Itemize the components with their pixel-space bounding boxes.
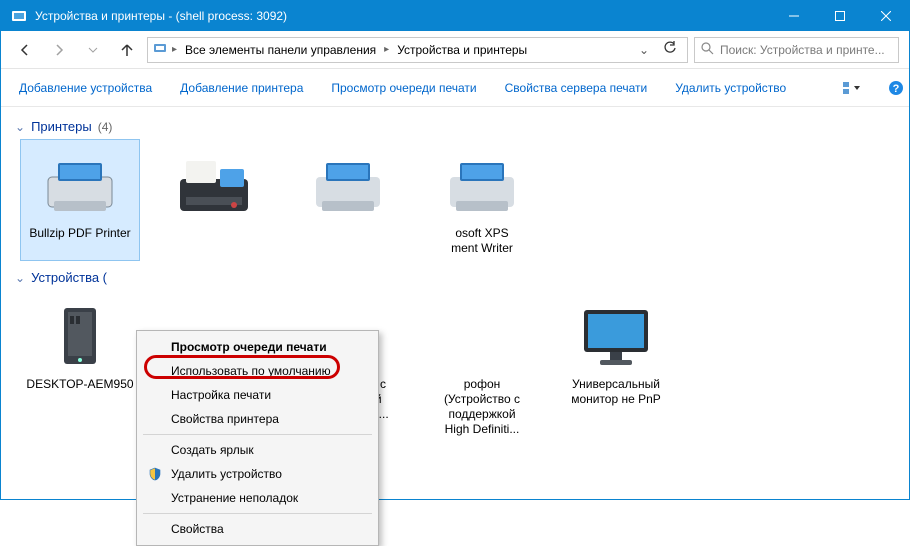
command-bar: Добавление устройства Добавление принтер… [1,69,909,107]
device-item-monitor[interactable]: Универсальныймонитор не PnP [557,291,675,441]
menu-view-queue[interactable]: Просмотр очереди печати [139,335,376,359]
search-icon [701,42,714,58]
menu-properties[interactable]: Свойства [139,517,376,541]
context-menu: Просмотр очереди печати Использовать по … [136,330,379,546]
close-button[interactable] [863,1,909,31]
printers-grid: Bullzip PDF Printer osoft XPSment Writer [21,140,895,260]
item-label: Bullzip PDF Printer [25,226,135,241]
up-button[interactable] [113,36,141,64]
add-device-button[interactable]: Добавление устройства [19,81,152,95]
address-bar[interactable]: ▸ Все элементы панели управления ▸ Устро… [147,37,688,63]
maximize-button[interactable] [817,1,863,31]
breadcrumb-current[interactable]: Устройства и принтеры [393,41,531,59]
menu-label: Удалить устройство [171,467,282,481]
content-area: ⌄ Принтеры (4) Bullzip PDF Printer [1,107,909,501]
server-properties-button[interactable]: Свойства сервера печати [505,81,648,95]
group-name: Принтеры [31,119,92,134]
chevron-right-icon[interactable]: ▸ [172,44,177,55]
minimize-button[interactable] [771,1,817,31]
item-label: DESKTOP-AEM950 [25,377,135,392]
chevron-right-icon[interactable]: ▸ [384,44,389,55]
monitor-icon [570,297,662,375]
search-placeholder: Поиск: Устройства и принте... [720,43,885,57]
breadcrumb-root[interactable]: Все элементы панели управления [181,41,380,59]
menu-remove-device[interactable]: Удалить устройство [139,462,376,486]
group-name: Устройства ( [31,270,107,285]
item-label [159,226,269,241]
menu-create-shortcut[interactable]: Создать ярлык [139,438,376,462]
remove-device-button[interactable]: Удалить устройство [675,81,786,95]
window-icon [11,8,27,24]
group-count: (4) [98,120,113,134]
add-printer-button[interactable]: Добавление принтера [180,81,303,95]
shield-icon [147,466,163,482]
window-title: Устройства и принтеры - (shell process: … [35,9,771,23]
forward-button[interactable] [45,36,73,64]
fax-icon [168,146,260,224]
menu-printer-props[interactable]: Свойства принтера [139,407,376,431]
computer-icon [34,297,126,375]
device-item-microphone[interactable]: рофон(Устройство споддержкойHigh Definit… [423,291,541,441]
back-button[interactable] [11,36,39,64]
chevron-down-icon: ⌄ [15,271,25,285]
view-queue-button[interactable]: Просмотр очереди печати [331,81,476,95]
device-item-desktop[interactable]: DESKTOP-AEM950 [21,291,139,441]
group-header-printers[interactable]: ⌄ Принтеры (4) [15,119,895,134]
group-header-devices[interactable]: ⌄ Устройства ( [15,270,895,285]
printer-item-xps[interactable]: osoft XPSment Writer [423,140,541,260]
address-dropdown[interactable]: ⌄ [633,43,655,57]
printer-icon [436,146,528,224]
svg-text:?: ? [893,83,900,95]
menu-troubleshoot[interactable]: Устранение неполадок [139,486,376,510]
printer-icon [34,146,126,224]
menu-print-prefs[interactable]: Настройка печати [139,383,376,407]
printer-item-bullzip[interactable]: Bullzip PDF Printer [21,140,139,260]
chevron-down-icon: ⌄ [15,120,25,134]
devices-printers-icon [152,40,168,59]
item-label [293,226,403,241]
item-label: osoft XPSment Writer [427,226,537,256]
printer-icon [302,146,394,224]
search-box[interactable]: Поиск: Устройства и принте... [694,37,899,63]
menu-set-default[interactable]: Использовать по умолчанию [139,359,376,383]
menu-separator [143,434,372,435]
menu-separator [143,513,372,514]
history-dropdown[interactable] [79,36,107,64]
nav-row: ▸ Все элементы панели управления ▸ Устро… [1,31,909,69]
item-label: рофон(Устройство споддержкойHigh Definit… [427,377,537,437]
printer-item-3[interactable] [289,140,407,260]
refresh-button[interactable] [657,41,683,58]
printer-item-fax[interactable] [155,140,273,260]
title-bar: Устройства и принтеры - (shell process: … [1,1,909,31]
view-options-button[interactable] [842,77,860,99]
item-label: Универсальныймонитор не PnP [561,377,671,407]
help-button[interactable]: ? [888,77,904,99]
